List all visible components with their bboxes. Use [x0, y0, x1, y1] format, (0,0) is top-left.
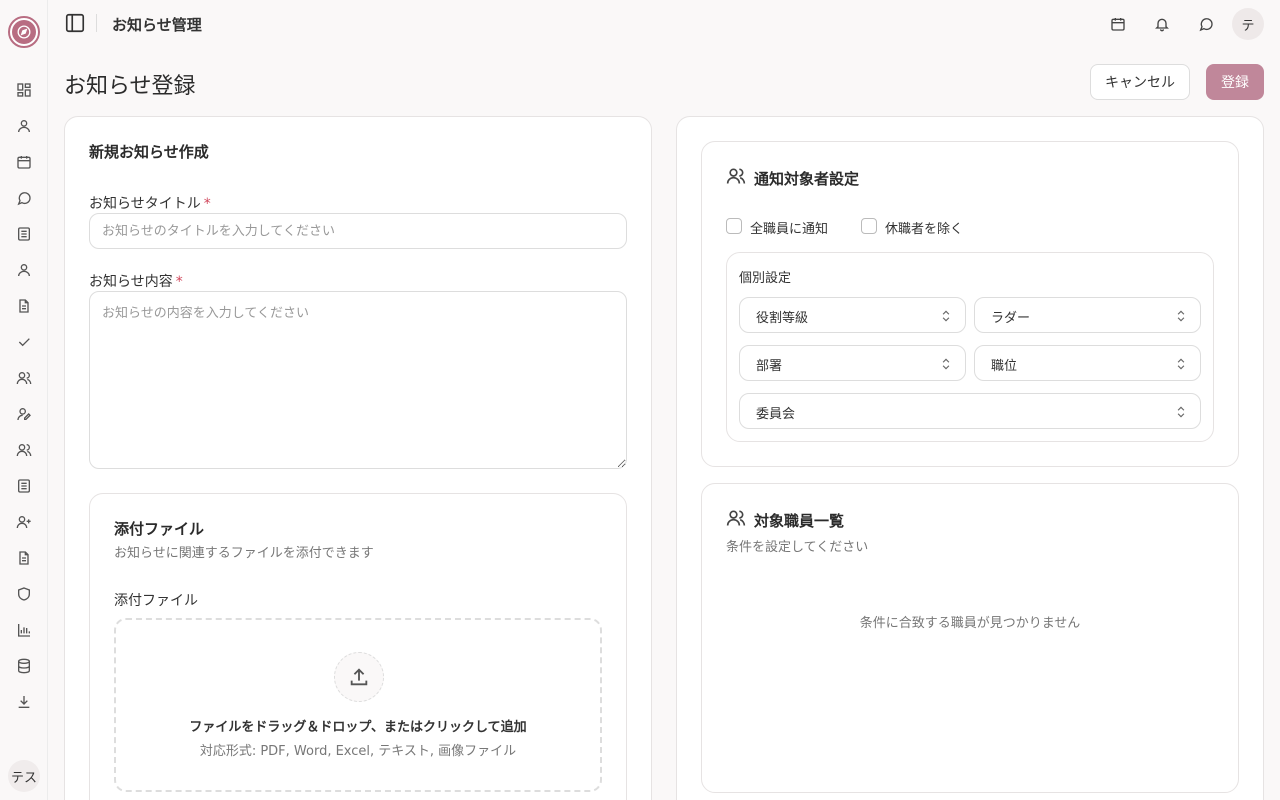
target-list-subtitle: 条件を設定してください — [726, 540, 869, 555]
target-list-heading: 対象職員一覧 — [754, 512, 845, 530]
target-settings-heading: 通知対象者設定 — [754, 170, 860, 188]
database-icon[interactable] — [14, 656, 34, 676]
attachments-description: お知らせに関連するファイルを添付できます — [114, 546, 374, 561]
user-avatar[interactable]: テ — [1232, 8, 1264, 40]
chevron-up-down-icon — [942, 358, 950, 370]
exclude-leave-checkbox[interactable] — [861, 218, 877, 234]
user-icon[interactable] — [14, 116, 34, 136]
chevron-up-down-icon — [942, 310, 950, 322]
app-logo[interactable] — [8, 16, 40, 48]
bar-chart-icon[interactable] — [14, 620, 34, 640]
document-icon[interactable] — [14, 296, 34, 316]
required-mark: * — [203, 196, 211, 212]
user-icon[interactable] — [14, 260, 34, 280]
users-icon[interactable] — [14, 368, 34, 388]
cancel-button[interactable]: キャンセル — [1090, 64, 1190, 100]
dropzone-formats: 対応形式: PDF, Word, Excel, テキスト, 画像ファイル — [199, 744, 517, 759]
calendar-icon[interactable] — [14, 152, 34, 172]
target-card: 通知対象者設定 全職員に通知 休職者を除く 個別設定 役割等級 ラダー 部署 職… — [676, 116, 1264, 800]
chevron-up-down-icon — [1177, 406, 1185, 418]
users-icon[interactable] — [14, 440, 34, 460]
user-add-icon[interactable] — [14, 512, 34, 532]
department-select[interactable]: 部署 — [739, 345, 966, 381]
user-avatar[interactable]: テス — [8, 760, 40, 792]
submit-button[interactable]: 登録 — [1206, 64, 1264, 100]
title-label: お知らせタイトル * — [89, 196, 211, 212]
individual-settings-panel: 個別設定 役割等級 ラダー 部署 職位 委員会 — [726, 252, 1214, 442]
attachments-label: 添付ファイル — [114, 593, 198, 609]
document-icon[interactable] — [14, 548, 34, 568]
content-textarea[interactable] — [89, 291, 627, 469]
calendar-icon[interactable] — [1108, 14, 1128, 34]
sidebar-toggle-icon[interactable] — [64, 12, 86, 34]
bell-icon[interactable] — [1152, 14, 1172, 34]
top-bar: お知らせ管理 テ — [48, 0, 1280, 48]
exclude-leave-label[interactable]: 休職者を除く — [885, 218, 963, 237]
target-settings-card: 通知対象者設定 全職員に通知 休職者を除く 個別設定 役割等級 ラダー 部署 職… — [701, 141, 1239, 467]
chat-icon[interactable] — [1196, 14, 1216, 34]
user-edit-icon[interactable] — [14, 404, 34, 424]
check-icon[interactable] — [14, 332, 34, 352]
shield-icon[interactable] — [14, 584, 34, 604]
page-title: お知らせ登録 — [64, 74, 196, 99]
upload-icon — [334, 652, 384, 702]
position-select[interactable]: 職位 — [974, 345, 1201, 381]
committee-select[interactable]: 委員会 — [739, 393, 1201, 429]
title-input[interactable] — [89, 213, 627, 249]
section-title: お知らせ管理 — [112, 16, 202, 34]
form-heading: 新規お知らせ作成 — [89, 143, 209, 161]
empty-state-message: 条件に合致する職員が見つかりません — [859, 616, 1081, 631]
chevron-up-down-icon — [1177, 310, 1185, 322]
notify-all-checkbox[interactable] — [726, 218, 742, 234]
dropzone-text: ファイルをドラッグ＆ドロップ、またはクリックして追加 — [189, 720, 527, 735]
compass-icon — [12, 20, 36, 44]
notify-all-label[interactable]: 全職員に通知 — [750, 218, 828, 237]
download-icon[interactable] — [14, 692, 34, 712]
list-icon[interactable] — [14, 476, 34, 496]
file-dropzone[interactable]: ファイルをドラッグ＆ドロップ、またはクリックして追加 対応形式: PDF, Wo… — [114, 618, 602, 792]
role-grade-select[interactable]: 役割等級 — [739, 297, 966, 333]
attachments-card: 添付ファイル お知らせに関連するファイルを添付できます 添付ファイル ファイルを… — [89, 493, 627, 800]
notice-form-card: 新規お知らせ作成 お知らせタイトル* お知らせ内容* 添付ファイル お知らせに関… — [64, 116, 652, 800]
divider — [96, 14, 97, 32]
ladder-select[interactable]: ラダー — [974, 297, 1201, 333]
chat-icon[interactable] — [14, 188, 34, 208]
attachments-heading: 添付ファイル — [114, 520, 205, 538]
list-icon[interactable] — [14, 224, 34, 244]
target-list-card: 対象職員一覧 条件を設定してください 条件に合致する職員が見つかりません — [701, 483, 1239, 793]
content-label: お知らせ内容 * — [89, 274, 183, 290]
dashboard-icon[interactable] — [14, 80, 34, 100]
users-icon — [726, 508, 746, 528]
chevron-up-down-icon — [1177, 358, 1185, 370]
required-mark: * — [175, 274, 183, 290]
sidebar: テス — [0, 0, 48, 800]
users-icon — [726, 166, 746, 186]
individual-settings-label: 個別設定 — [739, 271, 792, 286]
